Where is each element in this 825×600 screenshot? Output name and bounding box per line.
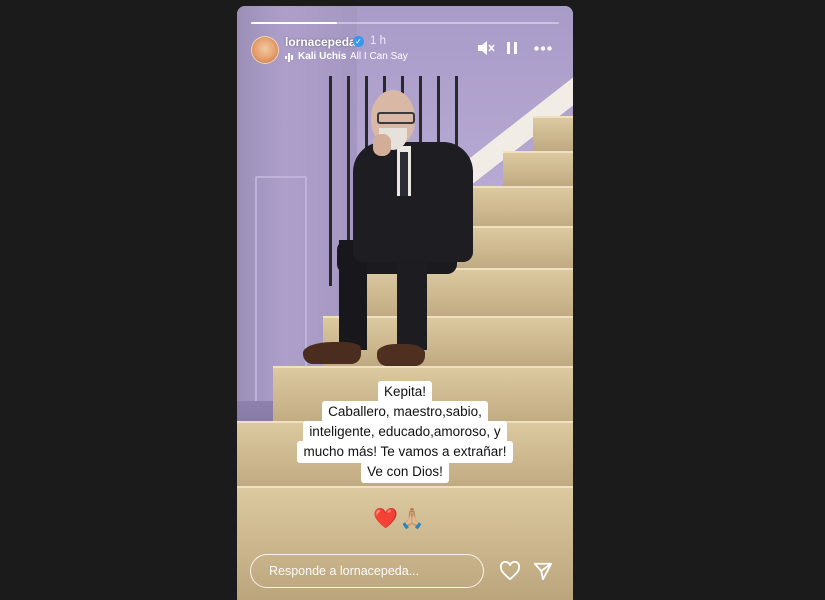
story-progress-bar (251, 22, 559, 24)
more-dots-icon (534, 45, 552, 51)
pause-button[interactable] (502, 40, 522, 56)
muted-speaker-icon (478, 41, 495, 55)
music-artist[interactable]: Kali Uchis (298, 51, 346, 62)
send-icon (533, 562, 553, 581)
emoji-sticker: ❤️🙏🏼 (373, 508, 427, 530)
story-progress-fill (251, 22, 338, 24)
story-viewer: lornacepeda ✓ 1 h Kali Uchis · All I Can… (237, 6, 573, 600)
caption-sticker: Kepita! Caballero, maestro,sabio, inteli… (237, 381, 573, 483)
verified-badge-icon: ✓ (353, 36, 364, 47)
more-options-button[interactable] (533, 40, 553, 56)
seated-man (297, 90, 497, 390)
caption-line: Ve con Dios! (361, 461, 449, 483)
heart-icon (499, 561, 521, 581)
caption-line: Caballero, maestro,sabio, (322, 401, 488, 423)
post-time: 1 h (370, 35, 386, 47)
pause-icon (507, 42, 517, 54)
like-button[interactable] (497, 558, 523, 584)
mute-button[interactable] (476, 40, 496, 56)
share-button[interactable] (530, 558, 556, 584)
avatar[interactable] (251, 36, 279, 64)
music-separator: · (343, 51, 347, 62)
music-song[interactable]: All I Can Say (350, 51, 408, 62)
username[interactable]: lornacepeda (285, 35, 356, 49)
caption-line: mucho más! Te vamos a extrañar! (297, 441, 513, 463)
caption-line: Kepita! (377, 381, 433, 403)
caption-line: inteligente, educado,amoroso, y (303, 421, 507, 443)
audio-bars-icon (285, 53, 293, 62)
reply-input[interactable] (250, 554, 484, 588)
